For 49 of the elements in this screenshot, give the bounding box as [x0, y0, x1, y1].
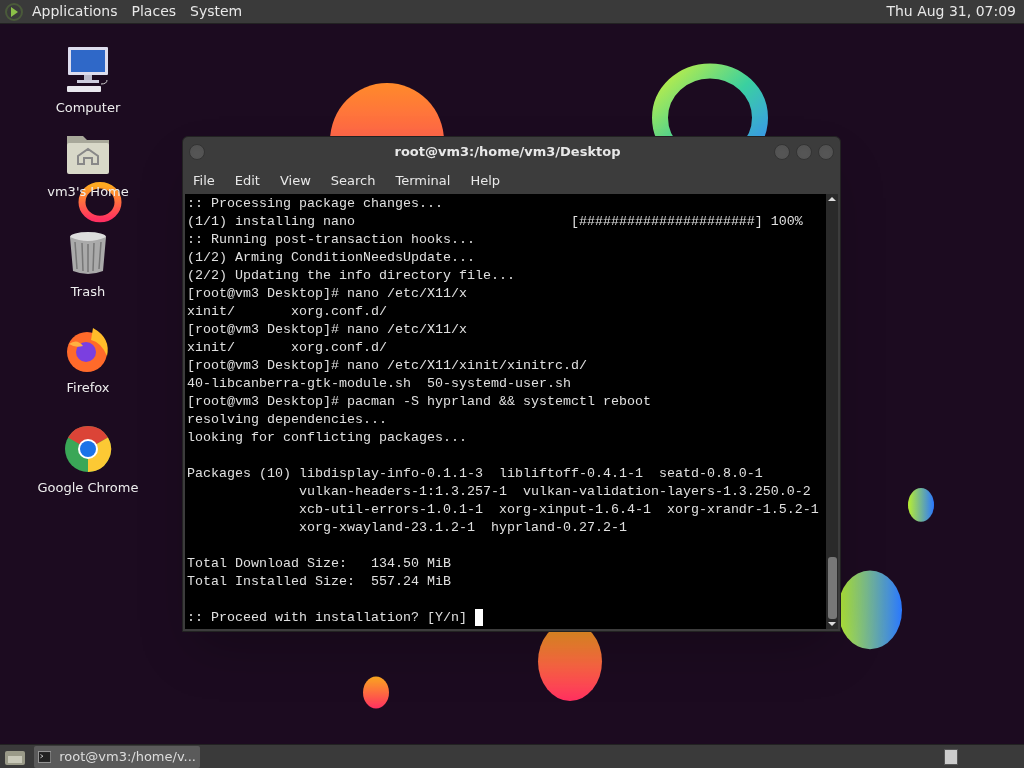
desktop-icon-label[interactable]: Google Chrome: [37, 478, 139, 498]
terminal-line: :: Processing package changes...: [187, 195, 443, 213]
scrollbar-thumb[interactable]: [827, 557, 837, 619]
menu-item[interactable]: Terminal: [395, 170, 451, 191]
terminal-line: resolving dependencies...: [187, 411, 387, 429]
terminal-line: Total Download Size: 134.50 MiB: [187, 555, 451, 573]
terminal-line: (1/2) Arming ConditionNeedsUpdate...: [187, 249, 475, 267]
panel-menu[interactable]: Places: [131, 1, 177, 22]
terminal-line: (1/1) installing nano [######################] 100%: [187, 213, 803, 231]
scroll-up-icon[interactable]: [827, 194, 837, 204]
terminal-line: xorg-xwayland-23.1.2-1 hyprland-0.27.2-1: [297, 519, 627, 537]
window-title: root@vm3:/home/vm3/Desktop: [394, 143, 621, 162]
terminal-line: xinit/ xorg.conf.d/: [187, 339, 387, 357]
terminal-line: Total Installed Size: 557.24 MiB: [187, 573, 451, 591]
terminal-line: [root@vm3 Desktop]# nano /etc/X11/xinit/xinitrc.d/: [187, 357, 587, 375]
terminal-line: (2/2) Updating the info directory file...: [187, 267, 515, 285]
desktop-icon-label[interactable]: Firefox: [66, 378, 110, 398]
terminal-line: vulkan-headers-1:1.3.257-1 vulkan-validation-layers-1.3.250.0-2: [297, 483, 811, 501]
desktop-icon-label[interactable]: Computer: [55, 98, 121, 118]
chrome-icon: [63, 424, 113, 474]
terminal-line: [root@vm3 Desktop]# pacman -S hyprland && systemctl reboot: [187, 393, 651, 411]
terminal-icon: [38, 749, 52, 764]
terminal-line: xinit/ xorg.conf.d/: [187, 303, 387, 321]
terminal-line: Packages (10) libdisplay-info-0.1.1-3 libliftoff-0.4.1-1 seatd-0.8.0-1: [187, 465, 763, 483]
panel-menu[interactable]: Applications: [32, 1, 118, 22]
terminal-line: xcb-util-errors-1.0.1-1 xorg-xinput-1.6.4-1 xorg-xrandr-1.5.2-1: [297, 501, 819, 519]
taskbar-button[interactable]: root@vm3:/home/v...: [34, 745, 200, 768]
text-cursor: [474, 609, 483, 626]
terminal-line: [root@vm3 Desktop]# nano /etc/X11/x: [187, 285, 467, 303]
panel-menu[interactable]: System: [190, 1, 243, 22]
menu-item[interactable]: Help: [470, 170, 501, 191]
menu-item[interactable]: File: [193, 170, 215, 191]
workspace-switcher[interactable]: [944, 748, 958, 765]
terminal-line: [root@vm3 Desktop]# nano /etc/X11/x: [187, 321, 467, 339]
desktop-icon-label[interactable]: Trash: [70, 282, 106, 302]
terminal-line: looking for conflicting packages...: [187, 429, 467, 447]
scrollbar[interactable]: [826, 194, 838, 629]
window-button[interactable]: [774, 144, 790, 160]
terminal-line: :: Running post-transaction hooks...: [187, 231, 475, 249]
window-button[interactable]: [796, 144, 812, 160]
panel-clock[interactable]: Thu Aug 31, 07:09: [886, 1, 1016, 22]
menu-item[interactable]: Search: [330, 170, 376, 191]
menu-item[interactable]: View: [279, 170, 311, 191]
window-button[interactable]: [818, 144, 834, 160]
terminal-line: :: Proceed with installation? [Y/n]: [187, 609, 468, 627]
window-button[interactable]: [189, 144, 205, 160]
menu-logo-icon[interactable]: [4, 1, 24, 22]
terminal-line: 40-libcanberra-gtk-module.sh 50-systemd-user.sh: [187, 375, 571, 393]
menu-item[interactable]: Edit: [234, 170, 260, 191]
